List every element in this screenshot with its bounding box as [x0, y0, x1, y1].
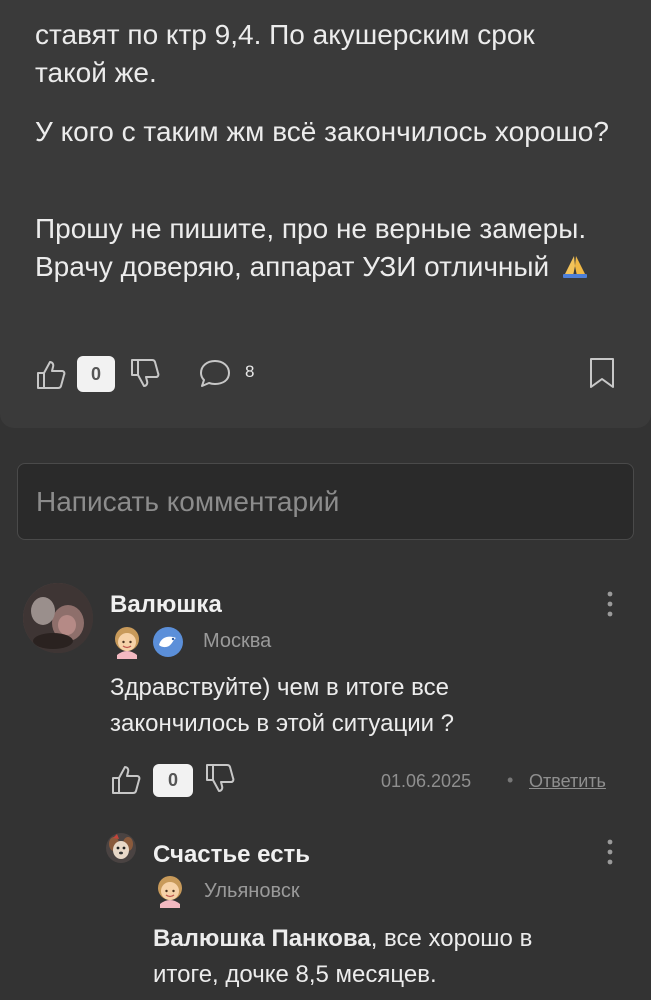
comment-like-count: 0 [153, 764, 193, 797]
meta-separator: • [507, 770, 514, 790]
praying-hands-icon [561, 252, 589, 290]
comments-count: 8 [245, 362, 255, 381]
thumbs-up-icon[interactable] [35, 359, 67, 391]
reply-author[interactable]: Счастье есть [153, 841, 310, 869]
post-actions-bar: 0 8 [35, 355, 625, 395]
post-paragraph-3: Прошу не пишите, про не верные замеры. В… [35, 210, 625, 290]
thumbs-up-icon[interactable] [110, 764, 142, 796]
girl-emoji-icon [115, 627, 139, 659]
thumbs-down-icon[interactable] [129, 357, 161, 389]
reply-author-city: Ульяновск [204, 880, 300, 902]
like-count: 0 [77, 356, 115, 392]
reply-link[interactable]: Ответить [529, 771, 606, 792]
girl-emoji-icon [158, 876, 182, 908]
post-paragraph-2: У кого с таким жм всё закончилось хорошо… [35, 116, 609, 147]
more-vertical-icon[interactable] [605, 590, 615, 618]
bookmark-icon[interactable] [587, 356, 617, 390]
comment-input[interactable] [17, 463, 634, 540]
more-vertical-icon[interactable] [605, 838, 615, 866]
comment-author[interactable]: Валюшка [110, 591, 222, 619]
post-paragraph-3-text: Прошу не пишите, про не верные замеры. В… [35, 213, 587, 282]
thumbs-down-icon[interactable] [204, 762, 236, 794]
post-card: ставят по ктр 9,4. По акушерским срок та… [0, 0, 651, 428]
comment-date: 01.06.2025 [381, 771, 472, 791]
post-text-partial-2: такой же. [35, 57, 157, 88]
post-text-partial: ставят по ктр 9,4. По акушерским срок [35, 19, 535, 50]
comment-text: Здравствуйте) чем в итоге все закончилос… [110, 674, 455, 737]
reply-text: Валюшка Панкова, все хорошо в итоге, доч… [153, 921, 593, 993]
bird-badge-icon [153, 627, 183, 657]
dog-avatar-icon[interactable] [105, 832, 137, 864]
reply-mention[interactable]: Валюшка Панкова [153, 925, 371, 952]
comment-author-city: Москва [203, 630, 272, 652]
avatar[interactable] [23, 583, 93, 653]
comment-bubble-icon[interactable] [198, 358, 232, 390]
